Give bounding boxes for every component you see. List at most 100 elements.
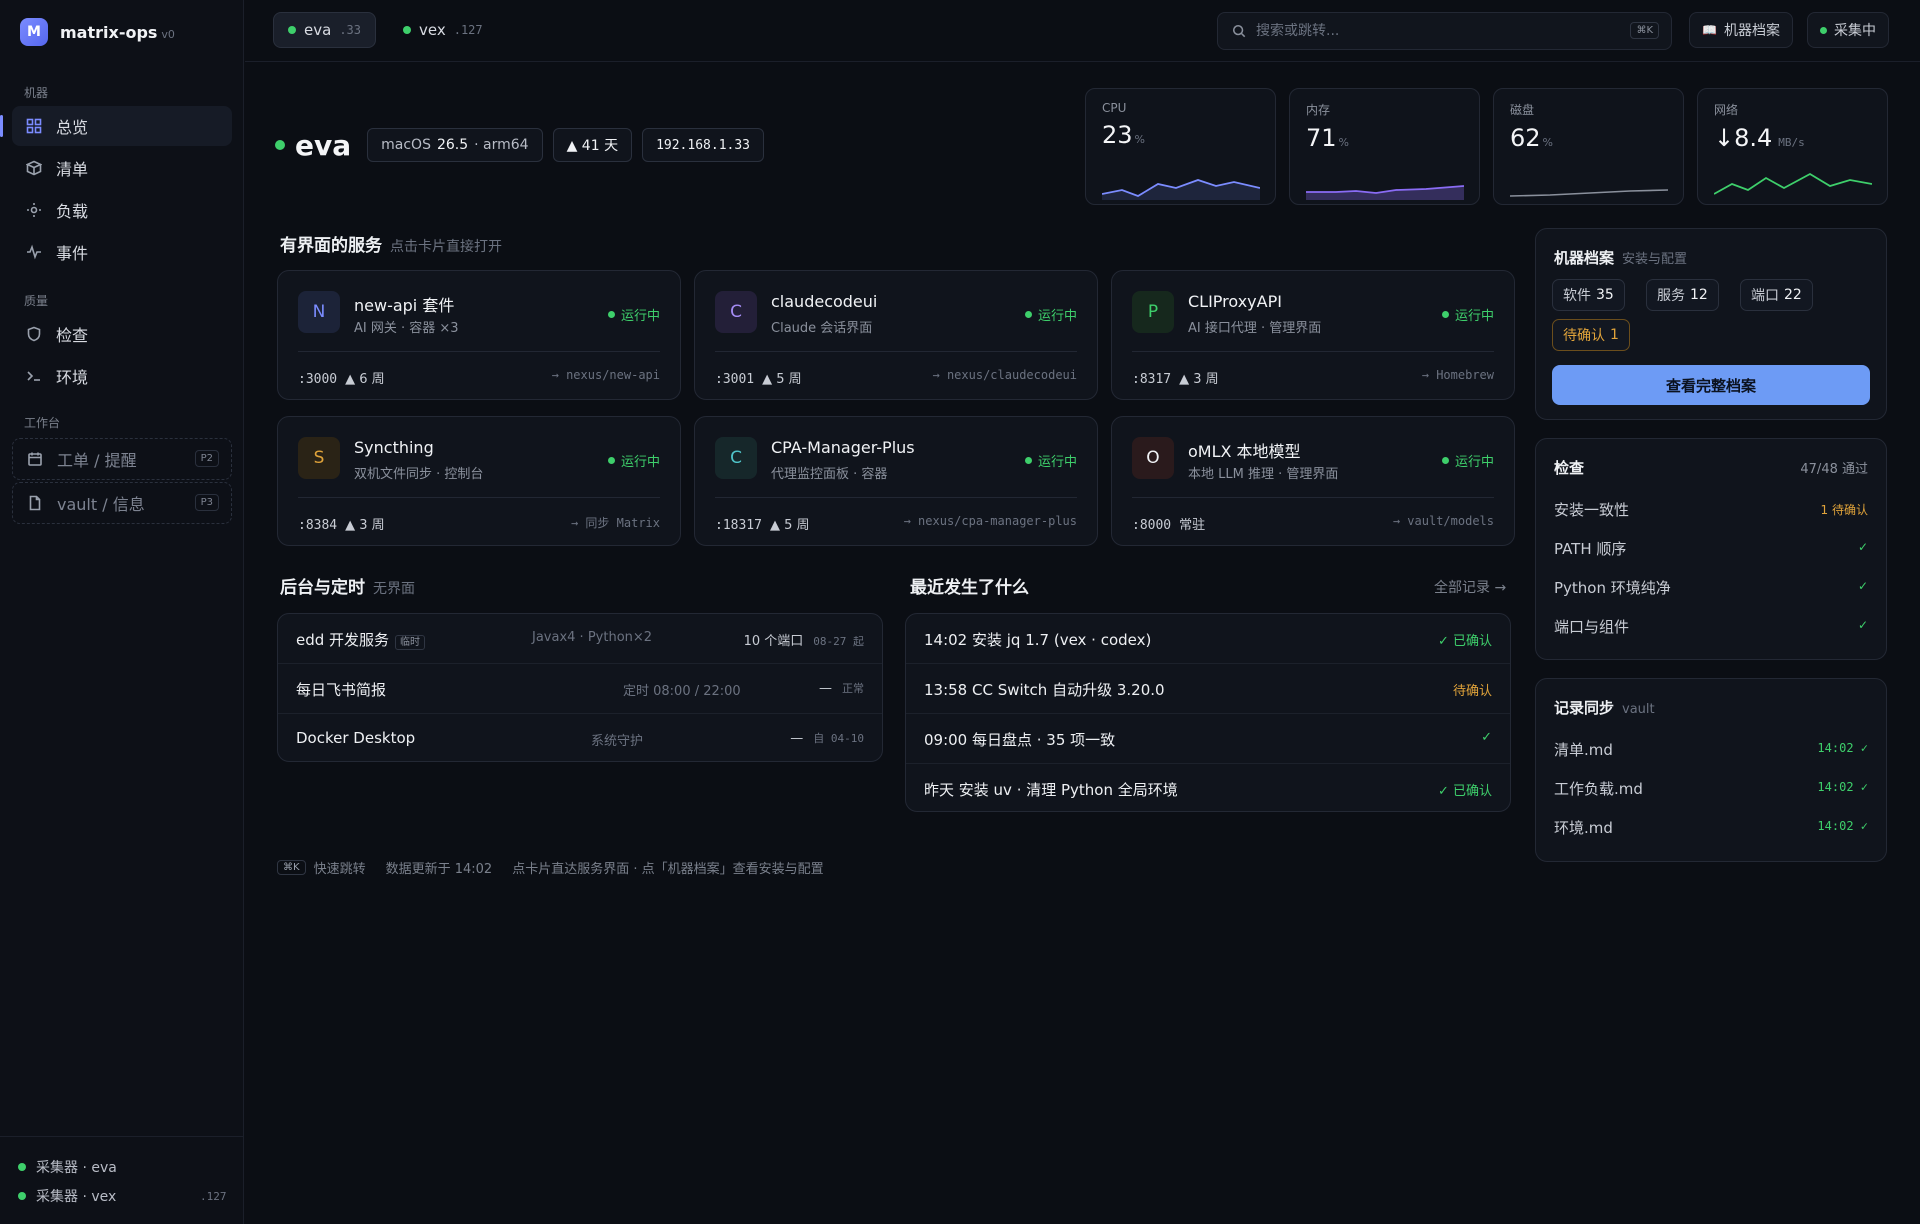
os-pill: macOS 26.5 · arm64 [367,128,543,162]
status-badge: 运行中 [1441,305,1494,324]
event-row[interactable]: 09:00 每日盘点 · 35 项一致 ✓ [906,714,1510,764]
arch: · arm64 [474,137,529,153]
service-path: → nexus/new-api [551,368,660,382]
background-row[interactable]: edd 开发服务 临时 Javax4 · Python×2 10 个端口 08-27… [278,614,882,664]
sidebar-item-label: 环境 [56,368,89,387]
sync-row[interactable]: 清单.md 14:02 ✓ [1554,739,1868,760]
metric-value: 23 [1102,121,1133,149]
host-tab-eva[interactable]: eva .33 [273,12,376,48]
status-text: 运行中 [620,455,660,470]
job-meta: 定时 08:00 / 22:00 [623,684,741,699]
background-row[interactable]: 每日飞书简报 定时 08:00 / 22:00 — 正常 [278,664,882,714]
collector-label: 采集器 · eva [36,1160,117,1176]
status-dot [288,26,296,34]
check-status: 1 待确认 [1820,503,1868,517]
sidebar-item-vault[interactable]: vault / 信息 P3 [12,482,232,524]
service-age: 常驻 [1179,518,1206,533]
search-shortcut: ⌘K [1630,22,1659,39]
sidebar-item-label: vault / 信息 [57,495,145,514]
sidebar-item-overview[interactable]: 总览 [0,106,232,146]
service-card[interactable]: Nnew-api 套件 AI 网关 · 容器 ×3 运行中:3000 ▲ 6 周 → n… [277,270,681,400]
port-text: :8384 [298,518,338,533]
sidebar-item-checks[interactable]: 检查 [12,314,232,354]
status-dot [18,1192,26,1200]
machine-profile-button[interactable]: 📖 机器档案 [1689,12,1793,48]
service-card[interactable]: OoMLX 本地模型 本地 LLM 推理 · 管理界面 运行中:8000 常驻 → va… [1111,416,1515,546]
collecting-button[interactable]: 采集中 [1807,12,1889,48]
pending-chip[interactable]: 待确认 1 [1552,319,1630,351]
sidebar-item-tickets[interactable]: 工单 / 提醒 P2 [12,438,232,480]
service-name: oMLX 本地模型 [1188,442,1301,461]
services-title: 有界面的服务 点击卡片直接打开 [280,231,502,256]
check-status: ✓ [1857,540,1868,554]
calendar-icon [28,452,42,466]
chip-label: 软件 [1563,288,1591,304]
metric-unit: % [1134,133,1145,146]
metric-network[interactable]: 网络 ↓8.4 MB/s [1697,88,1888,205]
service-port: :8317 ▲ 3 周 [1132,368,1219,387]
service-desc: AI 网关 · 容器 ×3 [354,321,459,336]
metric-disk[interactable]: 磁盘 62% [1493,88,1684,205]
service-port: :8000 常驻 [1132,514,1205,533]
service-avatar: P [1132,291,1174,333]
sync-file: 环境.md [1554,819,1613,837]
status-dot [18,1163,26,1171]
port-text: :18317 [715,518,762,533]
check-row[interactable]: 端口与组件 ✓ [1554,616,1868,637]
sync-row[interactable]: 工作负载.md 14:02 ✓ [1554,778,1868,799]
status-dot [275,140,285,150]
sidebar-item-workload[interactable]: 负载 [12,190,232,230]
sidebar-item-inventory[interactable]: 清单 [12,148,232,188]
collector-status: 采集器 · eva 采集器 · vex .127 [0,1136,244,1224]
job-name: 每日飞书简报 [296,681,387,699]
metric-unit: MB/s [1778,136,1805,149]
check-row[interactable]: PATH 顺序 ✓ [1554,538,1868,559]
ports-chip[interactable]: 端口 22 [1740,279,1813,311]
panel-title-text: 记录同步 [1554,699,1615,717]
software-chip[interactable]: 软件 35 [1552,279,1625,311]
divider [298,351,660,352]
button-label: 采集中 [1834,23,1876,39]
metric-memory[interactable]: 内存 71% [1289,88,1480,205]
collector-eva: 采集器 · eva [18,1157,117,1177]
priority-badge: P2 [194,450,219,467]
sidebar-item-environment[interactable]: 环境 [12,356,232,396]
chip-value: 1 [1610,327,1619,343]
search-box[interactable]: ⌘K [1217,12,1672,50]
service-age: ▲ 5 周 [769,518,810,533]
metric-cpu[interactable]: CPU 23% [1085,88,1276,205]
host-tab-vex[interactable]: vex .127 [389,12,497,48]
check-row[interactable]: Python 环境纯净 ✓ [1554,577,1868,598]
event-row[interactable]: 13:58 CC Switch 自动升级 3.20.0 待确认 [906,664,1510,714]
sidebar-item-events[interactable]: 事件 [12,232,232,272]
event-status: ✓ [1481,730,1492,745]
service-card[interactable]: Cclaudecodeui Claude 会话界面 运行中:3001 ▲ 5 周 → n… [694,270,1098,400]
services-chip[interactable]: 服务 12 [1646,279,1719,311]
service-card[interactable]: C CPA-Manager-Plus 代理监控面板 · 容器 运行中:18317 ▲ 5… [694,416,1098,546]
sync-row[interactable]: 环境.md 14:02 ✓ [1554,817,1868,838]
checks-panel: 检查 47/48 通过 安装一致性 1 待确认 PATH 顺序 ✓ Python 环… [1535,438,1887,660]
event-row[interactable]: 昨天 安装 uv · 清理 Python 全局环境 ✓ 已确认 [906,764,1510,811]
job-meta: Javax4 · Python×2 [532,630,653,645]
service-card[interactable]: P CLIProxyAPI AI 接口代理 · 管理界面 运行中:8317 ▲ 3 周 →… [1111,270,1515,400]
all-records-link[interactable]: 全部记录 → [1434,577,1506,597]
events-title: 最近发生了什么 [910,578,1029,598]
background-row[interactable]: Docker Desktop 系统守护 — 自 04-10 [278,714,882,761]
service-name: claudecodeui [771,292,878,311]
service-age: ▲ 3 周 [345,518,385,533]
view-profile-button[interactable]: 查看完整档案 [1552,365,1870,405]
service-desc: 本地 LLM 推理 · 管理界面 [1188,467,1339,482]
shortcut-key: ⌘K [277,860,306,875]
event-row[interactable]: 14:02 安装 jq 1.7 (vex · codex) ✓ 已确认 [906,614,1510,664]
service-path: → vault/models [1392,514,1494,528]
sync-time: 14:02 ✓ [1817,780,1868,794]
metric-label: 磁盘 [1510,103,1535,117]
service-card[interactable]: S Syncthing 双机文件同步 · 控制台 运行中:8384 ▲ 3 周 → 同步 … [277,416,681,546]
brand[interactable]: M matrix-ops v0 [20,18,175,46]
section-workbench: 工作台 [24,416,61,430]
check-row[interactable]: 安装一致性 1 待确认 [1554,499,1868,520]
collector-vex: 采集器 · vex .127 [18,1186,244,1206]
search-input[interactable] [1256,23,1616,39]
service-avatar: N [298,291,340,333]
brand-version: v0 [161,27,175,41]
